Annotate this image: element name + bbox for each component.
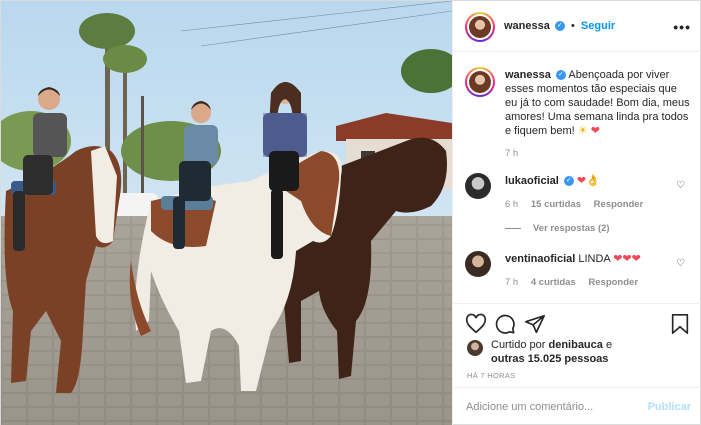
likes-summary: Curtido por denibauca e outras 15.025 pe…	[491, 338, 691, 366]
comment-item: lukaoficial ✓ ❤👌 ♡ 6 h 15 curtidas Respo…	[465, 173, 691, 236]
sun-emoji-icon: ☀	[577, 125, 588, 137]
comment-time[interactable]: 7 h	[505, 277, 518, 288]
comment-like-heart-icon[interactable]: ♡	[676, 257, 685, 271]
caption-item: wanessa ✓ Abençoada por viver esses mome…	[465, 67, 691, 167]
comment-likes[interactable]: 15 curtidas	[531, 199, 581, 210]
comment-text: ❤👌	[576, 175, 600, 187]
bookmark-icon[interactable]	[669, 313, 691, 335]
comment-meta: 7 h 4 curtidas Responder	[505, 276, 648, 290]
action-bar: Curtido por denibauca e outras 15.025 pe…	[453, 303, 701, 387]
header-separator: •	[571, 20, 575, 32]
more-options-icon[interactable]: •••	[673, 19, 691, 35]
liker-avatar[interactable]	[467, 340, 483, 356]
caption-username[interactable]: wanessa	[505, 69, 551, 81]
likes-others[interactable]: outras 15.025 pessoas	[491, 353, 608, 365]
verified-badge-icon: ✓	[554, 21, 565, 32]
add-comment-bar: Adicione um comentário... Publicar	[453, 387, 701, 425]
comment-username[interactable]: lukaoficial	[505, 175, 559, 187]
comment-text-block: lukaoficial ✓ ❤👌	[505, 174, 691, 188]
comment-meta: 6 h 15 curtidas Responder	[505, 198, 653, 212]
replies-divider	[505, 227, 521, 229]
view-replies-button[interactable]: Ver respostas (2)	[505, 222, 610, 236]
comment-icon[interactable]	[494, 313, 516, 335]
caption-meta: 7 h	[505, 147, 528, 161]
post-timestamp[interactable]: HÁ 7 HORAS	[467, 371, 515, 380]
heart-emoji-icon: ❤	[590, 125, 600, 137]
view-replies-label: Ver respostas (2)	[533, 223, 610, 234]
caption-avatar[interactable]	[465, 67, 495, 97]
comment-hearts: ❤❤❤	[613, 253, 641, 265]
comment-avatar[interactable]	[465, 251, 491, 277]
reply-button[interactable]: Responder	[594, 199, 644, 210]
comment-username[interactable]: ventinaoficial	[505, 253, 575, 265]
caption-emojis: ☀ ❤	[578, 125, 600, 137]
comment-avatar[interactable]	[465, 173, 491, 199]
post-header: wanessa ✓ • Seguir •••	[453, 1, 701, 52]
share-icon[interactable]	[524, 313, 546, 335]
heart-icon[interactable]	[465, 313, 487, 335]
comment-text-block: ventinaoficial LINDA ❤❤❤	[505, 252, 691, 266]
verified-badge-icon: ✓	[563, 176, 574, 187]
comment-text: LINDA	[578, 253, 611, 265]
verified-badge-icon: ✓	[555, 70, 566, 81]
header-avatar[interactable]	[465, 12, 495, 42]
liker-username[interactable]: denibauca	[548, 339, 602, 351]
likes-prefix: Curtido por	[491, 339, 546, 351]
comment-item: ventinaoficial LINDA ❤❤❤ ♡ 7 h 4 curtida…	[465, 251, 691, 291]
post-container: wanessa ✓ • Seguir ••• wanessa ✓ Abençoa…	[0, 0, 701, 425]
publish-button[interactable]: Publicar	[648, 401, 691, 413]
photo-illustration	[1, 1, 452, 425]
follow-button[interactable]: Seguir	[581, 20, 615, 32]
caption-time[interactable]: 7 h	[505, 148, 518, 159]
caption-text-block: wanessa ✓ Abençoada por viver esses mome…	[505, 68, 691, 138]
post-photo[interactable]	[1, 1, 452, 425]
reply-button[interactable]: Responder	[588, 277, 638, 288]
post-side-panel: wanessa ✓ • Seguir ••• wanessa ✓ Abençoa…	[452, 1, 701, 425]
comment-time[interactable]: 6 h	[505, 199, 518, 210]
comment-likes[interactable]: 4 curtidas	[531, 277, 576, 288]
likes-middle: e	[605, 339, 613, 351]
comment-like-heart-icon[interactable]: ♡	[676, 179, 685, 193]
header-username[interactable]: wanessa	[504, 20, 550, 32]
comment-input[interactable]: Adicione um comentário...	[466, 401, 593, 413]
comments-list: wanessa ✓ Abençoada por viver esses mome…	[453, 53, 701, 303]
